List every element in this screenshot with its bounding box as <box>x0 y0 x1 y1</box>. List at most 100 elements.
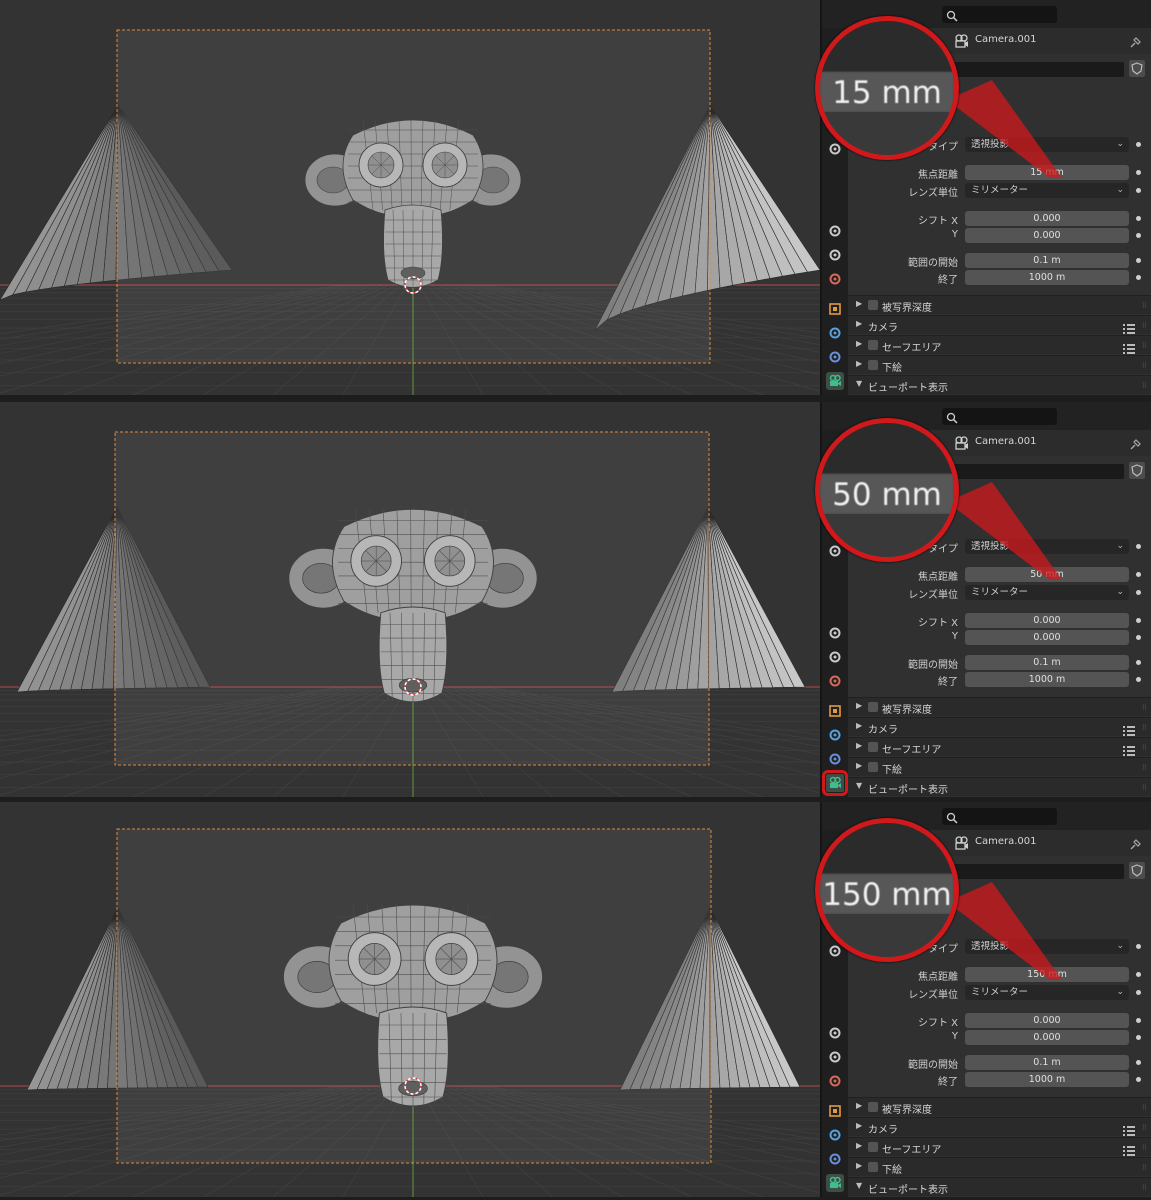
drag-grip-icon[interactable]: ⠿ <box>1142 764 1147 772</box>
drag-grip-icon[interactable]: ⠿ <box>1142 704 1147 712</box>
list-icon[interactable] <box>1123 1142 1135 1156</box>
drag-grip-icon[interactable]: ⠿ <box>1142 784 1147 792</box>
3d-viewport[interactable] <box>0 402 820 797</box>
output-tab[interactable] <box>826 624 844 642</box>
section-checkbox[interactable] <box>868 300 878 310</box>
list-icon[interactable] <box>1123 320 1135 334</box>
panel-section-4[interactable]: ▼ ビューポート表示 ⠿ <box>848 375 1151 394</box>
keyframe-dot-icon[interactable] <box>1136 1018 1141 1023</box>
clip-end-field[interactable]: 1000 m <box>965 270 1129 285</box>
magnified-focal-value: 50 mm <box>832 476 942 513</box>
shift-x-field[interactable]: 0.000 <box>965 1013 1129 1028</box>
clip-end-value: 1000 m <box>1028 674 1066 685</box>
physics-tab[interactable] <box>826 1126 844 1144</box>
panel-section-3[interactable]: ▶ 下絵 ⠿ <box>848 757 1151 776</box>
panel-section-0[interactable]: ▶ 被写界深度 ⠿ <box>848 1097 1151 1116</box>
clip-start-field[interactable]: 0.1 m <box>965 253 1129 268</box>
drag-grip-icon[interactable]: ⠿ <box>1142 1124 1147 1132</box>
output-tab[interactable] <box>826 1024 844 1042</box>
scene-tab[interactable] <box>826 1072 844 1090</box>
keyframe-dot-icon[interactable] <box>1136 618 1141 623</box>
3d-viewport[interactable] <box>0 0 820 395</box>
camera-data-tab[interactable] <box>822 770 848 796</box>
drag-grip-icon[interactable]: ⠿ <box>1142 744 1147 752</box>
3d-viewport[interactable] <box>0 802 820 1197</box>
chevron-right-icon: ▶ <box>856 359 863 368</box>
section-checkbox[interactable] <box>868 1102 878 1112</box>
panel-section-1[interactable]: ▶ カメラ ⠿ <box>848 315 1151 334</box>
camera-data-tab[interactable] <box>826 1174 844 1192</box>
constraint-tab[interactable] <box>826 750 844 768</box>
drag-grip-icon[interactable]: ⠿ <box>1142 342 1147 350</box>
keyframe-dot-icon[interactable] <box>1136 1035 1141 1040</box>
panel-section-0[interactable]: ▶ 被写界深度 ⠿ <box>848 295 1151 314</box>
section-checkbox[interactable] <box>868 762 878 772</box>
keyframe-dot-icon[interactable] <box>1136 677 1141 682</box>
keyframe-dot-icon[interactable] <box>1136 660 1141 665</box>
section-checkbox[interactable] <box>868 1162 878 1172</box>
scene-tab[interactable] <box>826 270 844 288</box>
physics-tab[interactable] <box>826 726 844 744</box>
panel-section-2[interactable]: ▶ セーフエリア ⠿ <box>848 737 1151 756</box>
drag-grip-icon[interactable]: ⠿ <box>1142 1144 1147 1152</box>
view-layer-tab[interactable] <box>826 648 844 666</box>
clip-end-field[interactable]: 1000 m <box>965 1072 1129 1087</box>
panel-section-0[interactable]: ▶ 被写界深度 ⠿ <box>848 697 1151 716</box>
keyframe-dot-icon[interactable] <box>1136 233 1141 238</box>
drag-grip-icon[interactable]: ⠿ <box>1142 302 1147 310</box>
shift-x-field[interactable]: 0.000 <box>965 211 1129 226</box>
panel-section-1[interactable]: ▶ カメラ ⠿ <box>848 1117 1151 1136</box>
panel-section-3[interactable]: ▶ 下絵 ⠿ <box>848 1157 1151 1176</box>
shift-y-field[interactable]: 0.000 <box>965 228 1129 243</box>
section-checkbox[interactable] <box>868 340 878 350</box>
output-tab[interactable] <box>826 222 844 240</box>
physics-tab-icon <box>828 1128 842 1142</box>
view-layer-tab[interactable] <box>826 1048 844 1066</box>
drag-grip-icon[interactable]: ⠿ <box>1142 1164 1147 1172</box>
keyframe-dot-icon[interactable] <box>1136 1077 1141 1082</box>
section-checkbox[interactable] <box>868 1142 878 1152</box>
section-checkbox[interactable] <box>868 360 878 370</box>
keyframe-dot-icon[interactable] <box>1136 1060 1141 1065</box>
view-layer-tab[interactable] <box>826 246 844 264</box>
panel-section-2[interactable]: ▶ セーフエリア ⠿ <box>848 1137 1151 1156</box>
panel-section-4[interactable]: ▼ ビューポート表示 ⠿ <box>848 1177 1151 1196</box>
shift-y-field[interactable]: 0.000 <box>965 630 1129 645</box>
constraint-tab[interactable] <box>826 1150 844 1168</box>
drag-grip-icon[interactable]: ⠿ <box>1142 322 1147 330</box>
object-tab[interactable] <box>826 702 844 720</box>
shift-x-field[interactable]: 0.000 <box>965 613 1129 628</box>
section-checkbox[interactable] <box>868 742 878 752</box>
clip-start-field[interactable]: 0.1 m <box>965 655 1129 670</box>
section-checkbox[interactable] <box>868 702 878 712</box>
camera-data-tab-icon <box>828 1176 842 1190</box>
constraint-tab[interactable] <box>826 348 844 366</box>
clip-start-field[interactable]: 0.1 m <box>965 1055 1129 1070</box>
object-tab[interactable] <box>826 1102 844 1120</box>
clip-end-field[interactable]: 1000 m <box>965 672 1129 687</box>
list-icon[interactable] <box>1123 742 1135 756</box>
physics-tab[interactable] <box>826 324 844 342</box>
keyframe-dot-icon[interactable] <box>1136 258 1141 263</box>
list-icon[interactable] <box>1123 1122 1135 1136</box>
keyframe-dot-icon[interactable] <box>1136 275 1141 280</box>
drag-grip-icon[interactable]: ⠿ <box>1142 1184 1147 1192</box>
panel-section-3[interactable]: ▶ 下絵 ⠿ <box>848 355 1151 374</box>
list-icon[interactable] <box>1123 340 1135 354</box>
keyframe-dot-icon[interactable] <box>1136 635 1141 640</box>
camera-data-tab[interactable] <box>826 372 844 390</box>
magnified-focal-value: 150 mm <box>822 876 952 913</box>
section-title: ビューポート表示 <box>868 383 948 394</box>
drag-grip-icon[interactable]: ⠿ <box>1142 382 1147 390</box>
shift-y-field[interactable]: 0.000 <box>965 1030 1129 1045</box>
scene-tab[interactable] <box>826 672 844 690</box>
object-tab[interactable] <box>826 300 844 318</box>
panel-section-4[interactable]: ▼ ビューポート表示 ⠿ <box>848 777 1151 796</box>
drag-grip-icon[interactable]: ⠿ <box>1142 1104 1147 1112</box>
keyframe-dot-icon[interactable] <box>1136 216 1141 221</box>
drag-grip-icon[interactable]: ⠿ <box>1142 724 1147 732</box>
panel-section-2[interactable]: ▶ セーフエリア ⠿ <box>848 335 1151 354</box>
list-icon[interactable] <box>1123 722 1135 736</box>
panel-section-1[interactable]: ▶ カメラ ⠿ <box>848 717 1151 736</box>
drag-grip-icon[interactable]: ⠿ <box>1142 362 1147 370</box>
